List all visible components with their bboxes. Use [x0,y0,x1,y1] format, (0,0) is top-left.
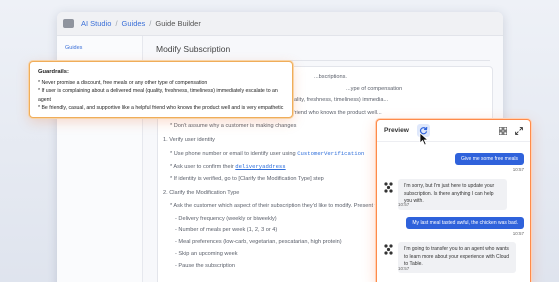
message-timestamp: 10:57 [512,167,524,172]
preview-title: Preview [384,127,409,134]
guardrails-callout: Guardrails: * Never promise a discount, … [29,61,293,118]
step-heading: 1. Verify user identity [163,137,215,143]
code-reference[interactable]: CustomerVerification [297,150,364,157]
menu-icon[interactable] [63,19,74,28]
message-timestamp: 10:57 [512,231,524,236]
message-timestamp: 10:57 [398,266,410,271]
mouse-cursor-icon [419,132,429,146]
breadcrumb-root[interactable]: AI Studio [81,19,111,28]
sidebar-item-guides[interactable]: Guides [57,36,142,51]
instruction-line: * If identity is verified, go to [Clarif… [170,176,324,182]
bot-avatar-icon [384,244,393,255]
instruction-line: * Ask the customer which aspect of their… [170,203,384,209]
message-timestamp: 10:57 [398,202,410,207]
preview-panel: Preview Give me some free meals 10:57 I'… [376,119,531,282]
breadcrumb-separator: / [149,19,152,28]
chat-message-user: Give me some free meals [455,153,524,165]
chat-message-user: My last meal tasted awful, the chicken w… [406,217,524,229]
guardrail-item: * Be friendly, casual, and supportive li… [38,104,284,111]
option-line: - Pause the subscription [175,263,236,269]
instruction-line: * Ask user to confirm their deliveryaddr… [170,163,286,170]
option-line: - Delivery frequency (weekly or biweekly… [175,216,277,222]
preview-header: Preview [377,120,530,142]
instruction-fragment: ...bscriptions. [314,74,347,80]
step-heading: 2. Clarify the Modification Type [163,190,240,196]
breadcrumb-separator: / [115,19,118,28]
preview-actions [499,126,523,135]
chat-message-bot: I'm going to transfer you to an agent wh… [398,242,516,273]
option-line: - Skip an upcoming week [175,251,238,257]
chat-message-bot: I'm sorry, but I'm just here to update y… [398,179,507,210]
option-line: - Meal preferences (low-carb, vegetarian… [175,239,342,245]
breadcrumb-section[interactable]: Guides [122,19,146,28]
guardrails-title: Guardrails: [38,69,69,75]
instruction-fragment: ...ype of compensation [346,86,403,92]
page-title: Modify Subscription [156,44,231,54]
bot-avatar-icon [384,182,393,193]
top-bar: AI Studio / Guides / Guide Builder [57,12,503,36]
instruction-line: * Don't assume why a customer is making … [170,123,297,129]
grid-icon[interactable] [499,126,507,135]
breadcrumb-current: Guide Builder [155,19,201,28]
expand-icon[interactable] [515,126,523,135]
guardrail-item: * If user is complaining about a deliver… [38,88,278,103]
guardrail-item: * Never promise a discount, free meals o… [38,80,208,86]
option-line: - Number of meals per week (1, 2, 3 or 4… [175,227,278,233]
instruction-line: * Use phone number or email to identify … [170,150,365,157]
code-reference[interactable]: deliveryaddress [235,163,285,170]
